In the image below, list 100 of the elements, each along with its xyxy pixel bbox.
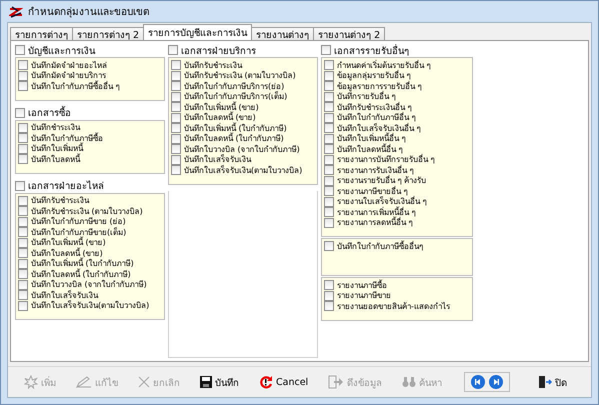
checkbox[interactable]	[324, 186, 334, 196]
option-label: บันทึกรับชำระเงิน (ตามใบวางบิล)	[184, 70, 296, 82]
checkbox[interactable]	[324, 165, 334, 176]
undo-icon	[259, 375, 273, 389]
option-label: บันทึกใบลดหนี้ (ขาย)	[31, 246, 103, 258]
group-label: บัญชีและการเงิน	[28, 44, 95, 58]
checkbox[interactable]	[171, 102, 181, 112]
checkbox[interactable]	[171, 70, 181, 81]
checkbox[interactable]	[18, 280, 28, 290]
option-label: บันทึกใบกำกับภาษีบริการ(เต็ม)	[184, 90, 288, 102]
close-button[interactable]: ปิด	[532, 371, 573, 393]
checkbox[interactable]	[18, 290, 28, 300]
tab[interactable]: รายการต่างๆ	[10, 27, 73, 40]
checkbox[interactable]	[324, 70, 334, 81]
checkbox[interactable]	[171, 60, 181, 70]
option-label: บันทึกใบเพิ่มหนี้ (ใบกำกับภาษี)	[31, 257, 134, 268]
option-label: บันทึกมัดจำฝ่ายอะไหล่	[31, 60, 107, 72]
option-label: บันทึกใบลดหนี้อื่น ๆ	[337, 142, 403, 154]
option-label: บันทึกรับชำระเงิน	[184, 60, 242, 72]
nav-button[interactable]	[489, 375, 504, 389]
tab[interactable]: รายงานต่างๆ 2	[313, 27, 386, 40]
checkbox[interactable]	[324, 290, 334, 301]
previous-icon	[471, 375, 486, 389]
window-title: กำหนดกลุ่มงานและขอบเขต	[28, 6, 149, 19]
checkbox[interactable]	[324, 280, 334, 290]
checkbox[interactable]	[324, 196, 334, 207]
checkbox[interactable]	[171, 154, 181, 165]
checkbox[interactable]	[324, 154, 334, 165]
option-label: บันทึกใบกำกับภาษีบริการ(ย่อ)	[184, 80, 284, 91]
checkbox[interactable]	[18, 133, 28, 144]
checkbox[interactable]	[324, 81, 334, 92]
checkbox[interactable]	[18, 269, 28, 280]
checkbox[interactable]	[321, 45, 331, 55]
checkbox[interactable]	[324, 241, 334, 252]
tab[interactable]: รายการบัญชีและการเงิน	[143, 24, 252, 40]
option-label: บันทึกใบเพิ่มหนี้ (ใบกำกับภาษี)	[184, 122, 287, 133]
option-label: บันทึกใบเสร็จรับเงิน(ตามใบวางบิล)	[184, 164, 302, 177]
tab[interactable]: รายการต่างๆ 2	[72, 27, 144, 40]
checkbox[interactable]	[18, 227, 28, 238]
checkbox[interactable]	[168, 45, 178, 55]
checkbox[interactable]	[171, 92, 181, 102]
checkbox[interactable]	[18, 60, 28, 70]
app-logo-icon	[9, 6, 23, 18]
group-label: เอกสารรายรับอื่นๆ	[334, 43, 409, 58]
checkbox[interactable]	[18, 300, 28, 311]
toolbar-button[interactable]: Cancel	[253, 371, 314, 393]
option-label: บันทึกใบเพิ่มหนี้	[31, 142, 83, 154]
checkbox[interactable]	[171, 134, 181, 144]
checkbox[interactable]	[171, 112, 181, 123]
checkbox[interactable]	[171, 165, 181, 176]
checkbox[interactable]	[324, 92, 334, 102]
option-label: บันทึกใบเพิ่มหนี้อื่น ๆ	[337, 132, 406, 144]
option-label: บันทึกใบกำกับภาษีขาย(เต็ม)	[31, 226, 126, 237]
option-label: บันทึกชำระเงิน	[31, 122, 80, 132]
option-label: รายงานยอดขายสินค้า-แสดงกำไร	[337, 300, 450, 313]
checkbox[interactable]	[171, 123, 181, 134]
checkbox[interactable]	[18, 258, 28, 269]
checkbox[interactable]	[18, 196, 28, 206]
checkbox[interactable]	[18, 154, 28, 164]
checkbox[interactable]	[324, 123, 334, 134]
checkbox[interactable]	[18, 144, 28, 154]
checkbox[interactable]	[324, 112, 334, 123]
option-label: บันทึกใบกำกับภาษีซื้อ	[31, 132, 103, 143]
checkbox[interactable]	[324, 301, 334, 312]
checkbox[interactable]	[18, 81, 28, 92]
option-label: บันทึกใบเสร็จรับเงิน(ตามใบวางบิล)	[31, 299, 150, 312]
option-label: รายงานรายรับอื่น ๆ ค้างรับ	[337, 174, 426, 186]
group-label: เอกสารฝ่ายบริการ	[181, 44, 256, 58]
tab[interactable]: รายงานต่างๆ	[251, 27, 314, 40]
option-label: บันทึกใบวางบิล (จากใบกำกับภาษี)	[31, 278, 147, 290]
checkbox[interactable]	[18, 206, 28, 216]
option-label: บันทึกรับชำระเงิน (ตามใบวางบิล)	[31, 206, 143, 216]
checkbox[interactable]	[15, 180, 25, 190]
checkbox[interactable]	[171, 144, 181, 154]
checkbox[interactable]	[171, 81, 181, 92]
sparkle-icon	[24, 375, 38, 389]
checkbox[interactable]	[324, 134, 334, 144]
checkbox[interactable]	[18, 238, 28, 248]
checkbox[interactable]	[18, 70, 28, 81]
checkbox[interactable]	[324, 60, 334, 70]
checkbox[interactable]	[18, 248, 28, 258]
checkbox[interactable]	[324, 176, 334, 186]
checkbox[interactable]	[324, 207, 334, 218]
option-label: บันทึกรับชำระเงินอื่น ๆ	[337, 101, 412, 112]
option-label: รายงานการเพิ่มหนี้อื่น ๆ	[337, 206, 416, 217]
checkbox[interactable]	[324, 144, 334, 154]
option-label: บันทึกใบกำกับภาษีขาย (ย่อ)	[31, 216, 126, 227]
checkbox[interactable]	[18, 122, 28, 133]
exit-door-icon	[538, 375, 552, 389]
checkbox[interactable]	[18, 216, 28, 227]
checkbox[interactable]	[324, 102, 334, 112]
option-label: บันทึกใบวางบิล (จากใบกำกับภาษี)	[184, 144, 300, 154]
option-label: ข้อมูลกลุ่มรายรับอื่น ๆ	[337, 69, 411, 81]
option-label: บันทึกใบกำกับภาษีอื่น ๆ	[337, 112, 416, 123]
nav-button[interactable]	[471, 375, 486, 389]
toolbar-button[interactable]: บันทึก	[194, 371, 245, 393]
checkbox[interactable]	[324, 218, 334, 228]
checkbox[interactable]	[15, 108, 25, 118]
checkbox[interactable]	[15, 45, 25, 55]
option-label: กำหนดค่าเริ่มต้นรายรับอื่น ๆ	[337, 59, 431, 70]
